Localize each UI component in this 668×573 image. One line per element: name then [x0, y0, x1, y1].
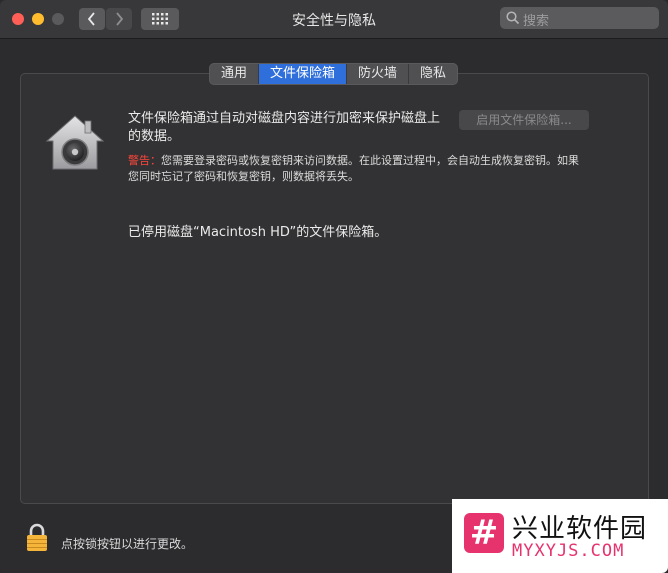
watermark-title: 兴业软件园 [512, 514, 648, 544]
system-preferences-window: 安全性与隐私 搜索 通用 文件保险箱 防火墙 隐私 文件保险箱通过自动对磁盘内容… [0, 0, 668, 573]
filevault-status: 已停用磁盘“Macintosh HD”的文件保险箱。 [128, 225, 388, 240]
title-bar: 安全性与隐私 搜索 [0, 0, 668, 39]
search-placeholder: 搜索 [523, 14, 550, 29]
search-field[interactable]: 搜索 [500, 7, 659, 29]
enable-filevault-button[interactable]: 启用文件保险箱... [459, 110, 589, 130]
watermark-logo: # [464, 513, 504, 553]
watermark-subtitle: MYXYJS.COM [512, 541, 625, 561]
tab-bar: 通用 文件保险箱 防火墙 隐私 [209, 63, 459, 85]
tab-filevault[interactable]: 文件保险箱 [259, 64, 348, 84]
filevault-house-icon [45, 115, 105, 170]
filevault-description: 文件保险箱通过自动对磁盘内容进行加密来保护磁盘上的数据。 [128, 111, 441, 144]
lock-icon[interactable] [25, 523, 49, 553]
warning-label: 警告： [128, 154, 161, 167]
search-icon [506, 11, 520, 25]
tab-firewall[interactable]: 防火墙 [347, 64, 410, 84]
tab-privacy[interactable]: 隐私 [409, 64, 457, 84]
lock-hint-text: 点按锁按钮以进行更改。 [61, 537, 194, 551]
warning-text-block: 警告：您需要登录密码或恢复密钥来访问数据。在此设置过程中，会自动生成恢复密钥。如… [128, 153, 583, 185]
tab-general[interactable]: 通用 [210, 64, 260, 84]
warning-message: 您需要登录密码或恢复密钥来访问数据。在此设置过程中，会自动生成恢复密钥。如果您同… [128, 154, 579, 183]
watermark: # 兴业软件园 MYXYJS.COM [452, 499, 668, 573]
